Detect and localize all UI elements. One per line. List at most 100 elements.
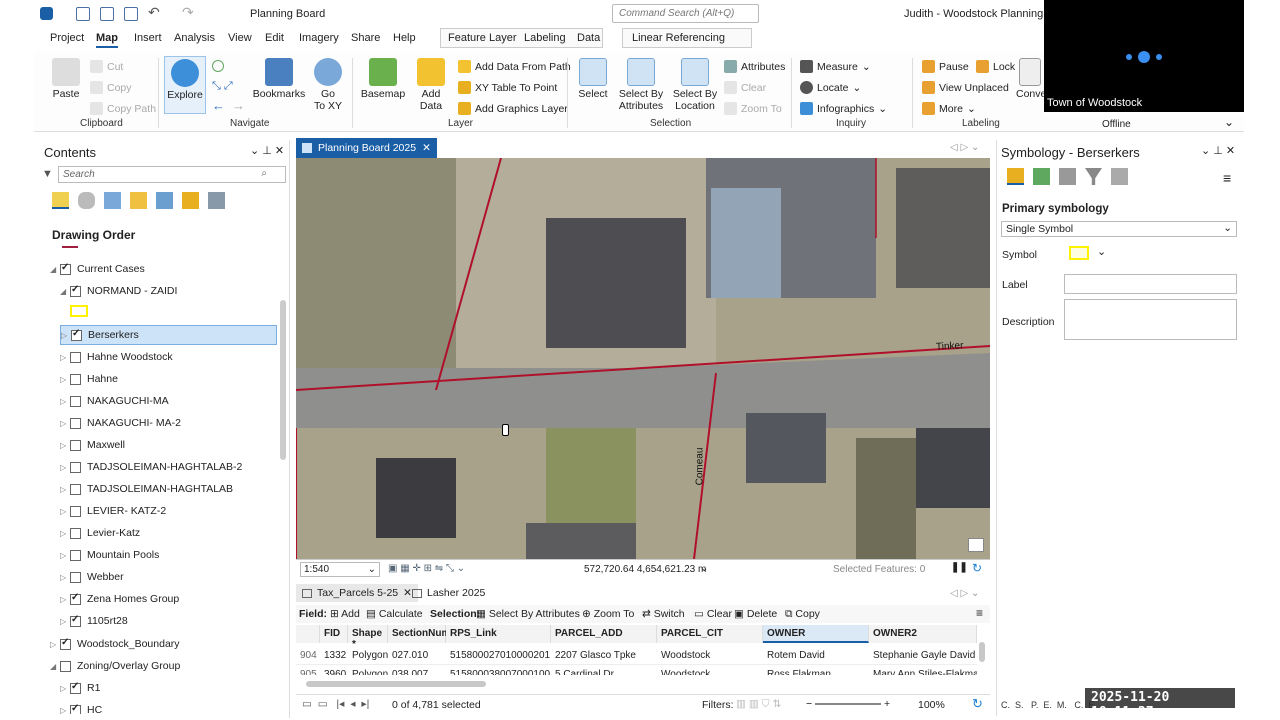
layer-checkbox[interactable] [60, 660, 71, 672]
tab-edit[interactable]: Edit [265, 32, 284, 44]
layer-mountain-pools[interactable]: ▷ Mountain Pools [60, 545, 159, 565]
cell-shape[interactable]: Polygon [348, 666, 388, 675]
expand-arrow-icon[interactable]: ▷ [60, 684, 70, 693]
add-field-button[interactable]: ⊞ Add [330, 608, 360, 620]
cell-sectionnum[interactable]: 027.010 [388, 647, 446, 664]
layer-berserkers[interactable]: ▷ Berserkers [60, 325, 277, 345]
redo-icon[interactable]: ↷ [182, 4, 194, 21]
layer-checkbox[interactable] [70, 549, 81, 561]
expand-arrow-icon[interactable]: ▷ [60, 397, 70, 406]
layer-woodstock-boundary[interactable]: ▷ Woodstock_Boundary [50, 634, 180, 654]
cell-owner[interactable]: Rotem David [763, 647, 869, 664]
contents-scrollbar[interactable] [280, 300, 286, 460]
vertical-scrollbar[interactable] [979, 642, 985, 662]
layer-checkbox[interactable] [70, 395, 81, 407]
expand-arrow-icon[interactable]: ▷ [60, 507, 70, 516]
tab-project[interactable]: Project [50, 32, 84, 44]
list-by-labeling-icon[interactable] [182, 192, 199, 209]
expand-arrow-icon[interactable]: ▷ [60, 441, 70, 450]
table-tab-lasher[interactable]: Lasher 2025 [406, 584, 491, 602]
zoom-to-table-button[interactable]: ⊕ Zoom To [582, 608, 634, 620]
lock-labeling-button[interactable]: Lock [976, 60, 1015, 73]
layer-checkbox[interactable] [70, 703, 81, 714]
undo-icon[interactable]: ↶ [148, 4, 160, 21]
more-labeling-button[interactable]: More ⌄ [922, 102, 976, 115]
select-by-attributes-table-button[interactable]: ▦ Select By Attributes [476, 608, 580, 620]
expand-arrow-icon[interactable]: ▷ [60, 485, 70, 494]
layer-checkbox[interactable] [70, 527, 81, 539]
layer-nakaguchi-ma-2[interactable]: ▷ NAKAGUCHI- MA-2 [60, 413, 181, 433]
tab-insert[interactable]: Insert [134, 32, 162, 44]
expand-arrow-icon[interactable]: ▷ [60, 617, 70, 626]
cut-button[interactable]: Cut [90, 60, 123, 73]
vary-symbology-icon[interactable] [1033, 168, 1050, 185]
copy-button[interactable]: Copy [90, 81, 132, 94]
tab-feature-layer[interactable]: Feature Layer [448, 32, 516, 44]
horizontal-scrollbar[interactable] [306, 681, 486, 687]
layer-checkbox[interactable] [70, 461, 81, 473]
layer-checkbox[interactable] [70, 483, 81, 495]
map-tools-icons[interactable]: ▣ ▦ ✛ ⊞ ⇋ ⤡ ⌄ [388, 563, 465, 574]
command-search-input[interactable]: Command Search (Alt+Q) [612, 4, 759, 23]
cell-shape[interactable]: Polygon [348, 647, 388, 664]
refresh-icon[interactable]: ↻ [972, 561, 982, 575]
layer-zoning-overlay-group[interactable]: ◢ Zoning/Overlay Group [50, 656, 180, 676]
column-header-parcel-add[interactable]: PARCEL_ADD [551, 625, 657, 643]
column-header-shape[interactable]: Shape * [348, 625, 388, 650]
expand-arrow-icon[interactable]: ◢ [50, 265, 60, 274]
layer-normand-zaidi[interactable]: ◢ NORMAND - ZAIDI [60, 281, 177, 301]
list-by-drawing-order-icon[interactable] [52, 192, 69, 209]
table-row[interactable]: 905 3960 Polygon 038.007 515800038007000… [296, 666, 977, 675]
zoom-slider[interactable]: − + [806, 698, 890, 710]
layer-checkbox[interactable] [70, 571, 81, 583]
project-title[interactable]: Planning Board [250, 8, 325, 20]
layer-checkbox[interactable] [60, 637, 71, 650]
column-header-rps-link[interactable]: RPS_Link [446, 625, 551, 643]
cell-fid[interactable]: 1332 [320, 647, 348, 664]
column-header-sectionnum[interactable]: SectionNum [388, 625, 450, 643]
select-by-location-button[interactable]: Select By Location [672, 58, 718, 112]
expand-arrow-icon[interactable]: ▷ [61, 331, 71, 340]
expand-arrow-icon[interactable]: ▷ [60, 551, 70, 560]
locate-button[interactable]: Locate ⌄ [800, 81, 861, 94]
symbol-layer-drawing-icon[interactable] [1059, 168, 1076, 185]
infographics-button[interactable]: Infographics ⌄ [800, 102, 887, 115]
layer-checkbox[interactable] [70, 681, 81, 694]
paste-button[interactable]: Paste [48, 58, 84, 100]
layer-hc[interactable]: ▷ HC [60, 700, 102, 714]
cell-parcel-cit[interactable]: Woodstock [657, 666, 763, 675]
column-header-owner2[interactable]: OWNER2 [869, 625, 977, 643]
tab-data[interactable]: Data [577, 32, 600, 44]
layer-levier-katz[interactable]: ▷ Levier-Katz [60, 523, 140, 543]
layer-tadjsoleiman[interactable]: ▷ TADJSOLEIMAN-HAGHTALAB [60, 479, 233, 499]
clear-table-button[interactable]: ▭ Clear [694, 608, 732, 620]
table-tab-tax-parcels[interactable]: Tax_Parcels 5-25 ✕ [296, 584, 418, 602]
delete-button[interactable]: ▣ Delete [734, 608, 777, 620]
layer-zena-homes-group[interactable]: ▷ Zena Homes Group [60, 589, 179, 609]
tab-scroll-icon[interactable]: ◁ ▷ ⌄ [950, 588, 979, 599]
table-menu-icon[interactable]: ≡ [976, 606, 983, 620]
tab-view[interactable]: View [228, 32, 252, 44]
measure-button[interactable]: Measure ⌄ [800, 60, 871, 73]
layer-checkbox[interactable] [70, 505, 81, 517]
expand-arrow-icon[interactable]: ▷ [60, 463, 70, 472]
layer-tadjsoleiman-2[interactable]: ▷ TADJSOLEIMAN-HAGHTALAB-2 [60, 457, 242, 477]
cell-sectionnum[interactable]: 038.007 [388, 666, 446, 675]
list-by-editing-icon[interactable] [130, 192, 147, 209]
expand-arrow-icon[interactable]: ▷ [60, 375, 70, 384]
add-data-from-path-button[interactable]: Add Data From Path [458, 60, 571, 73]
layer-levier-katz-2[interactable]: ▷ LEVIER- KATZ-2 [60, 501, 166, 521]
layer-checkbox[interactable] [70, 351, 81, 363]
label-input[interactable] [1064, 274, 1237, 294]
list-by-snapping-icon[interactable] [156, 192, 173, 209]
layer-checkbox[interactable] [71, 328, 82, 341]
layer-nakaguchi-ma[interactable]: ▷ NAKAGUCHI-MA [60, 391, 169, 411]
collapse-ribbon-icon[interactable]: ⌄ [1224, 115, 1234, 129]
filter-icons[interactable]: ▥ ▥ ⛉ ⇅ [736, 698, 781, 711]
symbol-swatch[interactable] [70, 305, 88, 317]
layer-checkbox[interactable] [70, 439, 81, 451]
layer-checkbox[interactable] [70, 373, 81, 385]
new-project-icon[interactable] [76, 7, 90, 21]
layer-1105rt28[interactable]: ▷ 1105rt28 [60, 611, 128, 631]
table-view-icons[interactable]: ▭ ▭ |◂ ◂ ▸| [302, 698, 369, 710]
